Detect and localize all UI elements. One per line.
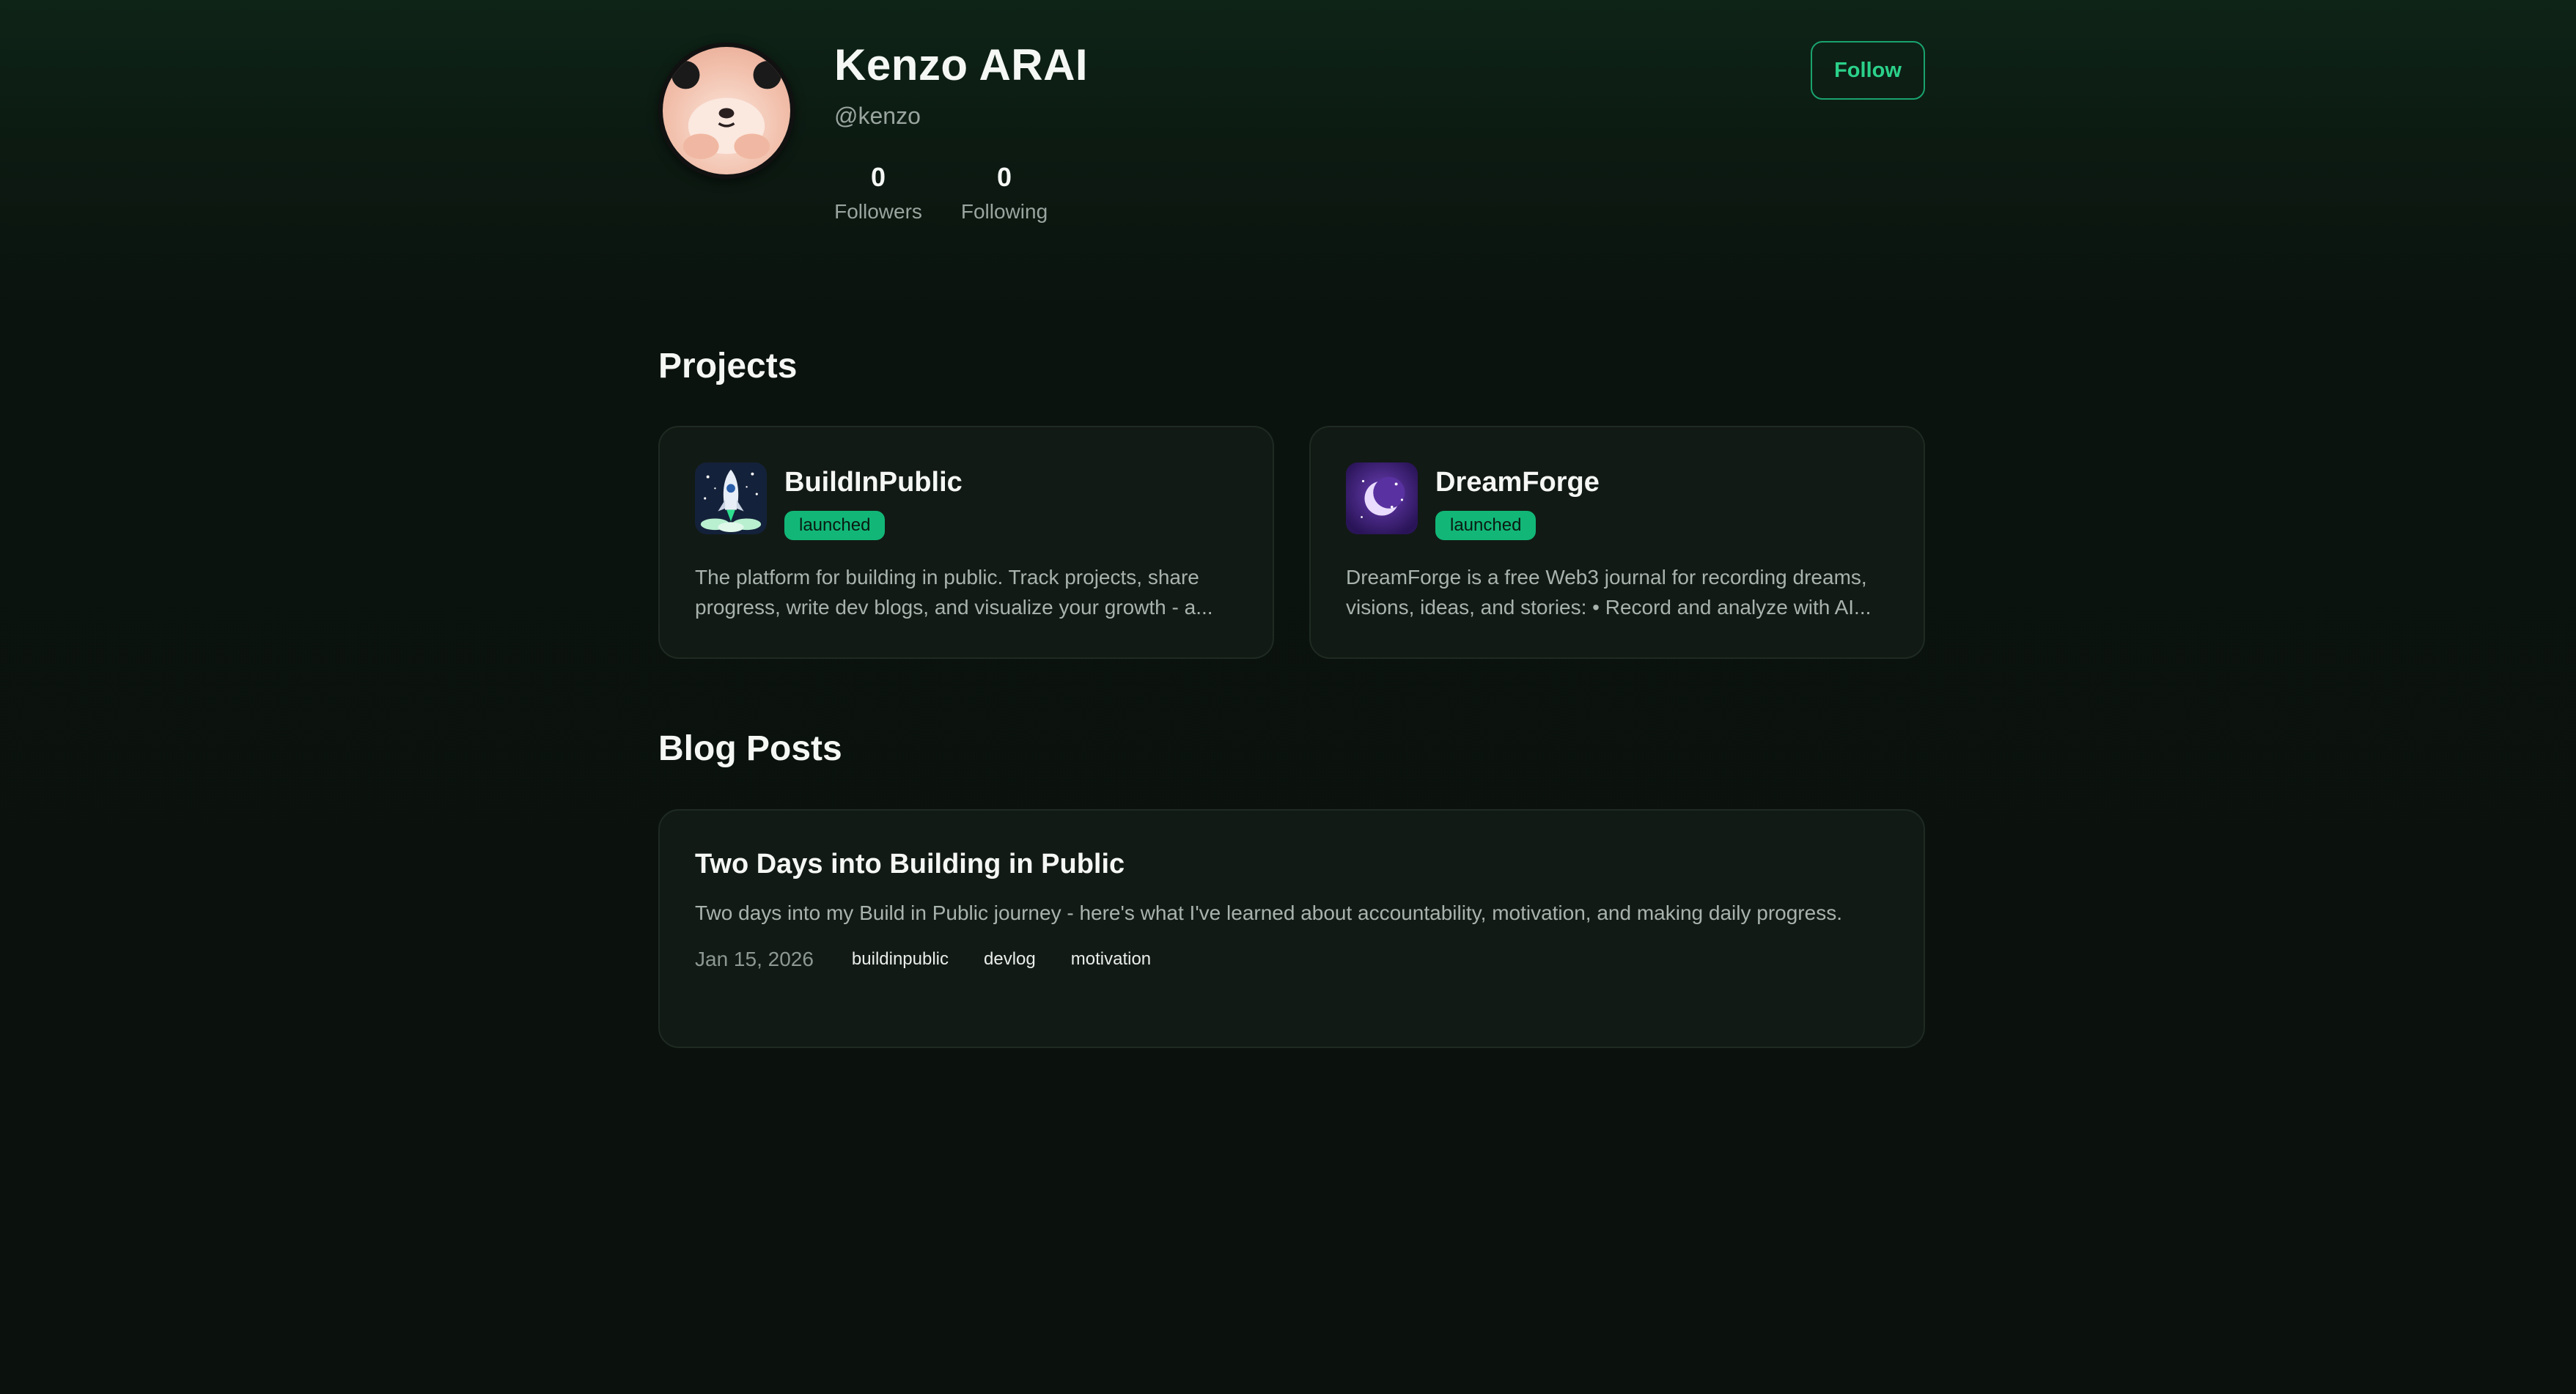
following-label: Following (960, 200, 1048, 224)
projects-grid: BuildInPublic launched The platform for … (658, 426, 1925, 659)
tag[interactable]: motivation (1071, 949, 1151, 970)
profile-header: Kenzo ARAI @kenzo 0 Followers 0 Followin… (658, 0, 1925, 279)
blog-post-meta: Jan 15, 2026 buildinpublic devlog motiva… (695, 948, 1888, 971)
followers-label: Followers (834, 200, 922, 224)
status-badge: launched (1435, 511, 1537, 540)
project-name: BuildInPublic (784, 467, 963, 498)
tag[interactable]: devlog (984, 949, 1036, 970)
project-description: The platform for building in public. Tra… (695, 566, 1213, 619)
blog-section-title: Blog Posts (658, 729, 842, 768)
follow-button[interactable]: Follow (1811, 41, 1925, 100)
rocket-icon (695, 462, 767, 534)
project-name: DreamForge (1435, 467, 1600, 498)
blog-post-date: Jan 15, 2026 (695, 948, 814, 970)
following-count: 0 (996, 162, 1012, 192)
project-description: DreamForge is a free Web3 journal for re… (1346, 566, 1872, 619)
projects-section-title: Projects (658, 347, 798, 386)
avatar-image (663, 47, 790, 174)
followers-count: 0 (870, 162, 886, 192)
profile-handle: @kenzo (834, 103, 921, 129)
following-stat[interactable]: 0 Following (957, 161, 1051, 224)
bear-face-icon (671, 61, 781, 160)
profile-name: Kenzo ARAI (834, 40, 1089, 89)
moon-icon (1346, 462, 1418, 534)
status-badge: launched (784, 511, 886, 540)
blog-post-title[interactable]: Two Days into Building in Public (695, 849, 1888, 880)
followers-stat[interactable]: 0 Followers (834, 161, 922, 224)
avatar[interactable] (658, 43, 795, 179)
project-card-dreamforge[interactable]: DreamForge launched DreamForge is a free… (1309, 426, 1925, 659)
profile-page: Kenzo ARAI @kenzo 0 Followers 0 Followin… (658, 0, 1925, 1048)
tag[interactable]: buildinpublic (852, 949, 949, 970)
blog-post-excerpt: Two days into my Build in Public journey… (695, 901, 1842, 924)
project-card-buildinpublic[interactable]: BuildInPublic launched The platform for … (658, 426, 1274, 659)
blog-post-card[interactable]: Two Days into Building in Public Two day… (658, 809, 1925, 1048)
